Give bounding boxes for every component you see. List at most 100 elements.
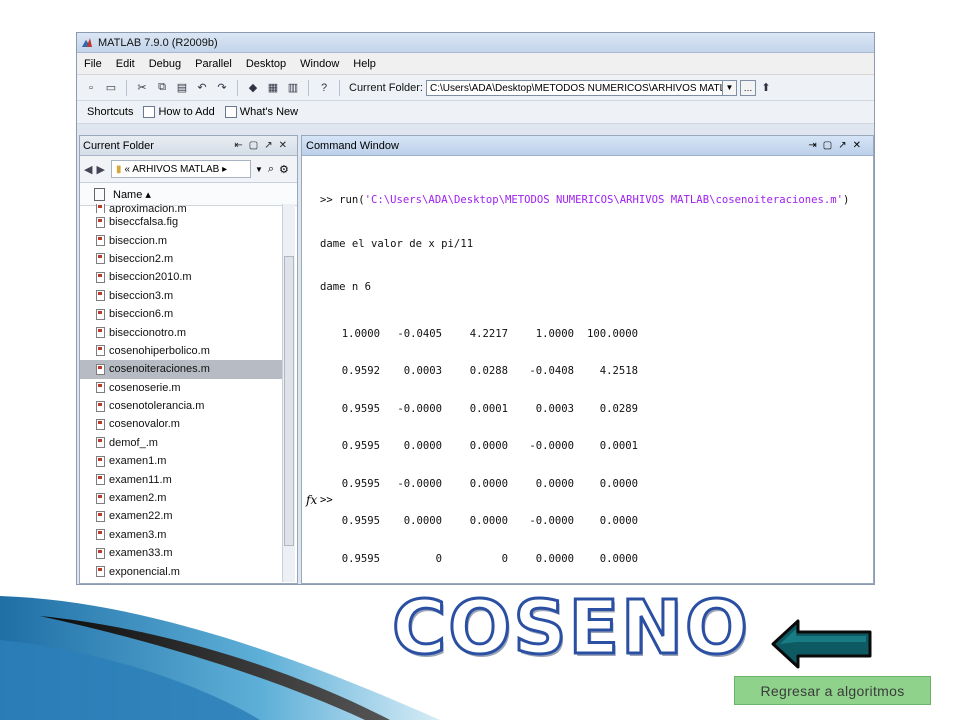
toolbar-separator xyxy=(126,79,127,96)
panel-controls-icon[interactable]: ⇤▢↗✕ xyxy=(234,140,293,151)
file-name: aproximacion.m xyxy=(109,204,187,213)
file-name: examen33.m xyxy=(109,547,173,560)
file-list-item[interactable]: cosenohiperbolico.m xyxy=(80,342,286,360)
file-list-item[interactable]: examen22.m xyxy=(80,507,286,525)
file-list-item[interactable]: exponencial.m xyxy=(80,562,286,580)
shortcut-whats-new[interactable]: What's New xyxy=(224,105,299,119)
copy-icon[interactable]: ⧉ xyxy=(154,80,170,96)
gear-icon[interactable]: ⚙ xyxy=(279,163,289,176)
folder-icon: ▮ xyxy=(115,163,122,175)
guide-icon[interactable]: ▦ xyxy=(265,80,281,96)
file-list-item[interactable]: biseccion2010.m xyxy=(80,268,286,286)
file-icon xyxy=(96,418,105,430)
file-list-item[interactable]: examen33.m xyxy=(80,544,286,562)
file-list-item[interactable]: aproximacion.m xyxy=(80,204,286,213)
file-icon xyxy=(96,345,105,357)
back-to-algorithms-link[interactable]: Regresar a algoritmos xyxy=(734,676,931,705)
menu-help[interactable]: Help xyxy=(346,58,383,70)
iteration-value: 0 xyxy=(501,552,508,565)
file-list-item[interactable]: cosenoserie.m xyxy=(80,379,286,397)
command-output[interactable]: >> run('C:\Users\ADA\Desktop\METODOS NUM… xyxy=(320,164,849,583)
file-list-item[interactable]: biseccion.m xyxy=(80,231,286,249)
row-spacer xyxy=(320,341,849,364)
iteration-value: 0.9595 xyxy=(341,440,380,452)
search-icon[interactable]: ⌕ xyxy=(268,163,274,176)
file-list-item[interactable]: demof_.m xyxy=(80,434,286,452)
file-list-item[interactable]: examen3.m xyxy=(80,526,286,544)
row-spacer xyxy=(320,491,849,514)
file-list-item[interactable]: examen2.m xyxy=(80,489,286,507)
undo-icon[interactable]: ↶ xyxy=(194,80,210,96)
redo-icon[interactable]: ↷ xyxy=(214,80,230,96)
file-list-item[interactable]: biseccion2.m xyxy=(80,250,286,268)
file-icon xyxy=(96,455,105,467)
file-name: cosenoiteraciones.m xyxy=(109,363,210,376)
file-icon xyxy=(96,492,105,504)
file-list: aproximacion.m biseccfalsa.fig biseccion.m… xyxy=(80,204,286,581)
run-prefix: >> run( xyxy=(320,194,365,206)
shortcut-how-to-add[interactable]: How to Add xyxy=(143,106,215,119)
menu-debug[interactable]: Debug xyxy=(142,58,188,70)
back-arrow-icon[interactable]: ◀ xyxy=(84,163,92,176)
file-list-item[interactable]: biseccion3.m xyxy=(80,287,286,305)
iteration-value: 0.0000 xyxy=(599,515,638,527)
file-list-item[interactable]: biseccfalsa.fig xyxy=(80,213,286,231)
open-folder-icon[interactable]: ▭ xyxy=(103,80,119,96)
iteration-value: 0.9592 xyxy=(341,365,380,377)
file-icon xyxy=(96,235,105,247)
iteration-value: -0.0408 xyxy=(529,365,574,377)
parent-folder-icon[interactable]: ⬆ xyxy=(758,80,774,96)
iteration-row: 1.0000 -0.0405 4.2217 1.0000 100.0000 xyxy=(320,327,849,342)
paste-icon[interactable]: ▤ xyxy=(174,80,190,96)
profiler-icon[interactable]: ▥ xyxy=(285,80,301,96)
help-icon[interactable]: ? xyxy=(316,80,332,96)
fx-icon[interactable]: fx xyxy=(306,493,317,507)
iteration-value: -0.0000 xyxy=(529,515,574,527)
menu-edit[interactable]: Edit xyxy=(109,58,142,70)
cut-icon[interactable]: ✂ xyxy=(134,80,150,96)
vertical-scrollbar[interactable] xyxy=(282,204,295,582)
simulink-icon[interactable]: ◆ xyxy=(245,80,261,96)
file-list-item[interactable]: biseccionotro.m xyxy=(80,323,286,341)
file-list-item[interactable]: biseccion6.m xyxy=(80,305,286,323)
file-icon xyxy=(96,566,105,578)
chevron-down-icon[interactable]: ▼ xyxy=(722,79,737,96)
file-name: cosenohiperbolico.m xyxy=(109,344,210,357)
forward-arrow-icon[interactable]: ▶ xyxy=(96,163,104,176)
matlab-window: MATLAB 7.9.0 (R2009b) File Edit Debug Pa… xyxy=(76,32,875,585)
file-list-item[interactable]: cosenovalor.m xyxy=(80,415,286,433)
menu-window[interactable]: Window xyxy=(293,58,346,70)
file-icon xyxy=(96,510,105,522)
input-x-line: dame el valor de x pi/11 xyxy=(320,237,474,250)
file-list-item[interactable]: examen11.m xyxy=(80,470,286,488)
file-list-item[interactable]: examen1.m xyxy=(80,452,286,470)
chevron-down-icon[interactable]: ▼ xyxy=(255,165,263,174)
command-prompt[interactable]: >> xyxy=(320,494,333,506)
back-arrow-button[interactable] xyxy=(770,618,874,670)
file-icon xyxy=(96,253,105,265)
iteration-value: 0.9595 xyxy=(341,552,380,565)
iteration-row: 0.9592 0.0003 0.0288 -0.0408 4.2518 xyxy=(320,364,849,379)
file-list-item[interactable]: cosenotolerancia.m xyxy=(80,397,286,415)
iteration-value: 0.0000 xyxy=(469,440,508,452)
current-folder-input[interactable]: C:\Users\ADA\Desktop\METODOS NUMERICOS\A… xyxy=(425,79,723,96)
window-title: MATLAB 7.9.0 (R2009b) xyxy=(98,36,218,49)
panel-controls-icon[interactable]: ⇥▢↗✕ xyxy=(808,140,867,151)
menu-desktop[interactable]: Desktop xyxy=(239,58,293,70)
name-column-header[interactable]: Name ▴ xyxy=(80,183,297,206)
folder-breadcrumb[interactable]: ▮ « ARHIVOS MATLAB ▸ xyxy=(110,160,251,178)
new-file-icon[interactable]: ▫ xyxy=(83,80,99,96)
browse-folder-button[interactable]: … xyxy=(739,79,756,96)
menu-parallel[interactable]: Parallel xyxy=(188,58,239,70)
iteration-value: 0.0000 xyxy=(535,552,574,565)
menu-file[interactable]: File xyxy=(77,58,109,70)
iteration-row: 0.9595 0.0000 0.0000 -0.0000 0.0001 xyxy=(320,439,849,454)
iteration-value: 0.9595 xyxy=(341,477,380,490)
file-list-item[interactable]: cosenoiteraciones.m xyxy=(80,360,286,379)
file-name: cosenovalor.m xyxy=(109,418,180,431)
current-folder-title-bar: Current Folder ⇤▢↗✕ xyxy=(80,136,297,156)
scrollbar-thumb[interactable] xyxy=(284,256,294,546)
iteration-value: 0 xyxy=(435,552,442,565)
file-icon xyxy=(96,474,105,486)
shortcut-whats-new-label: What's New xyxy=(239,105,299,118)
